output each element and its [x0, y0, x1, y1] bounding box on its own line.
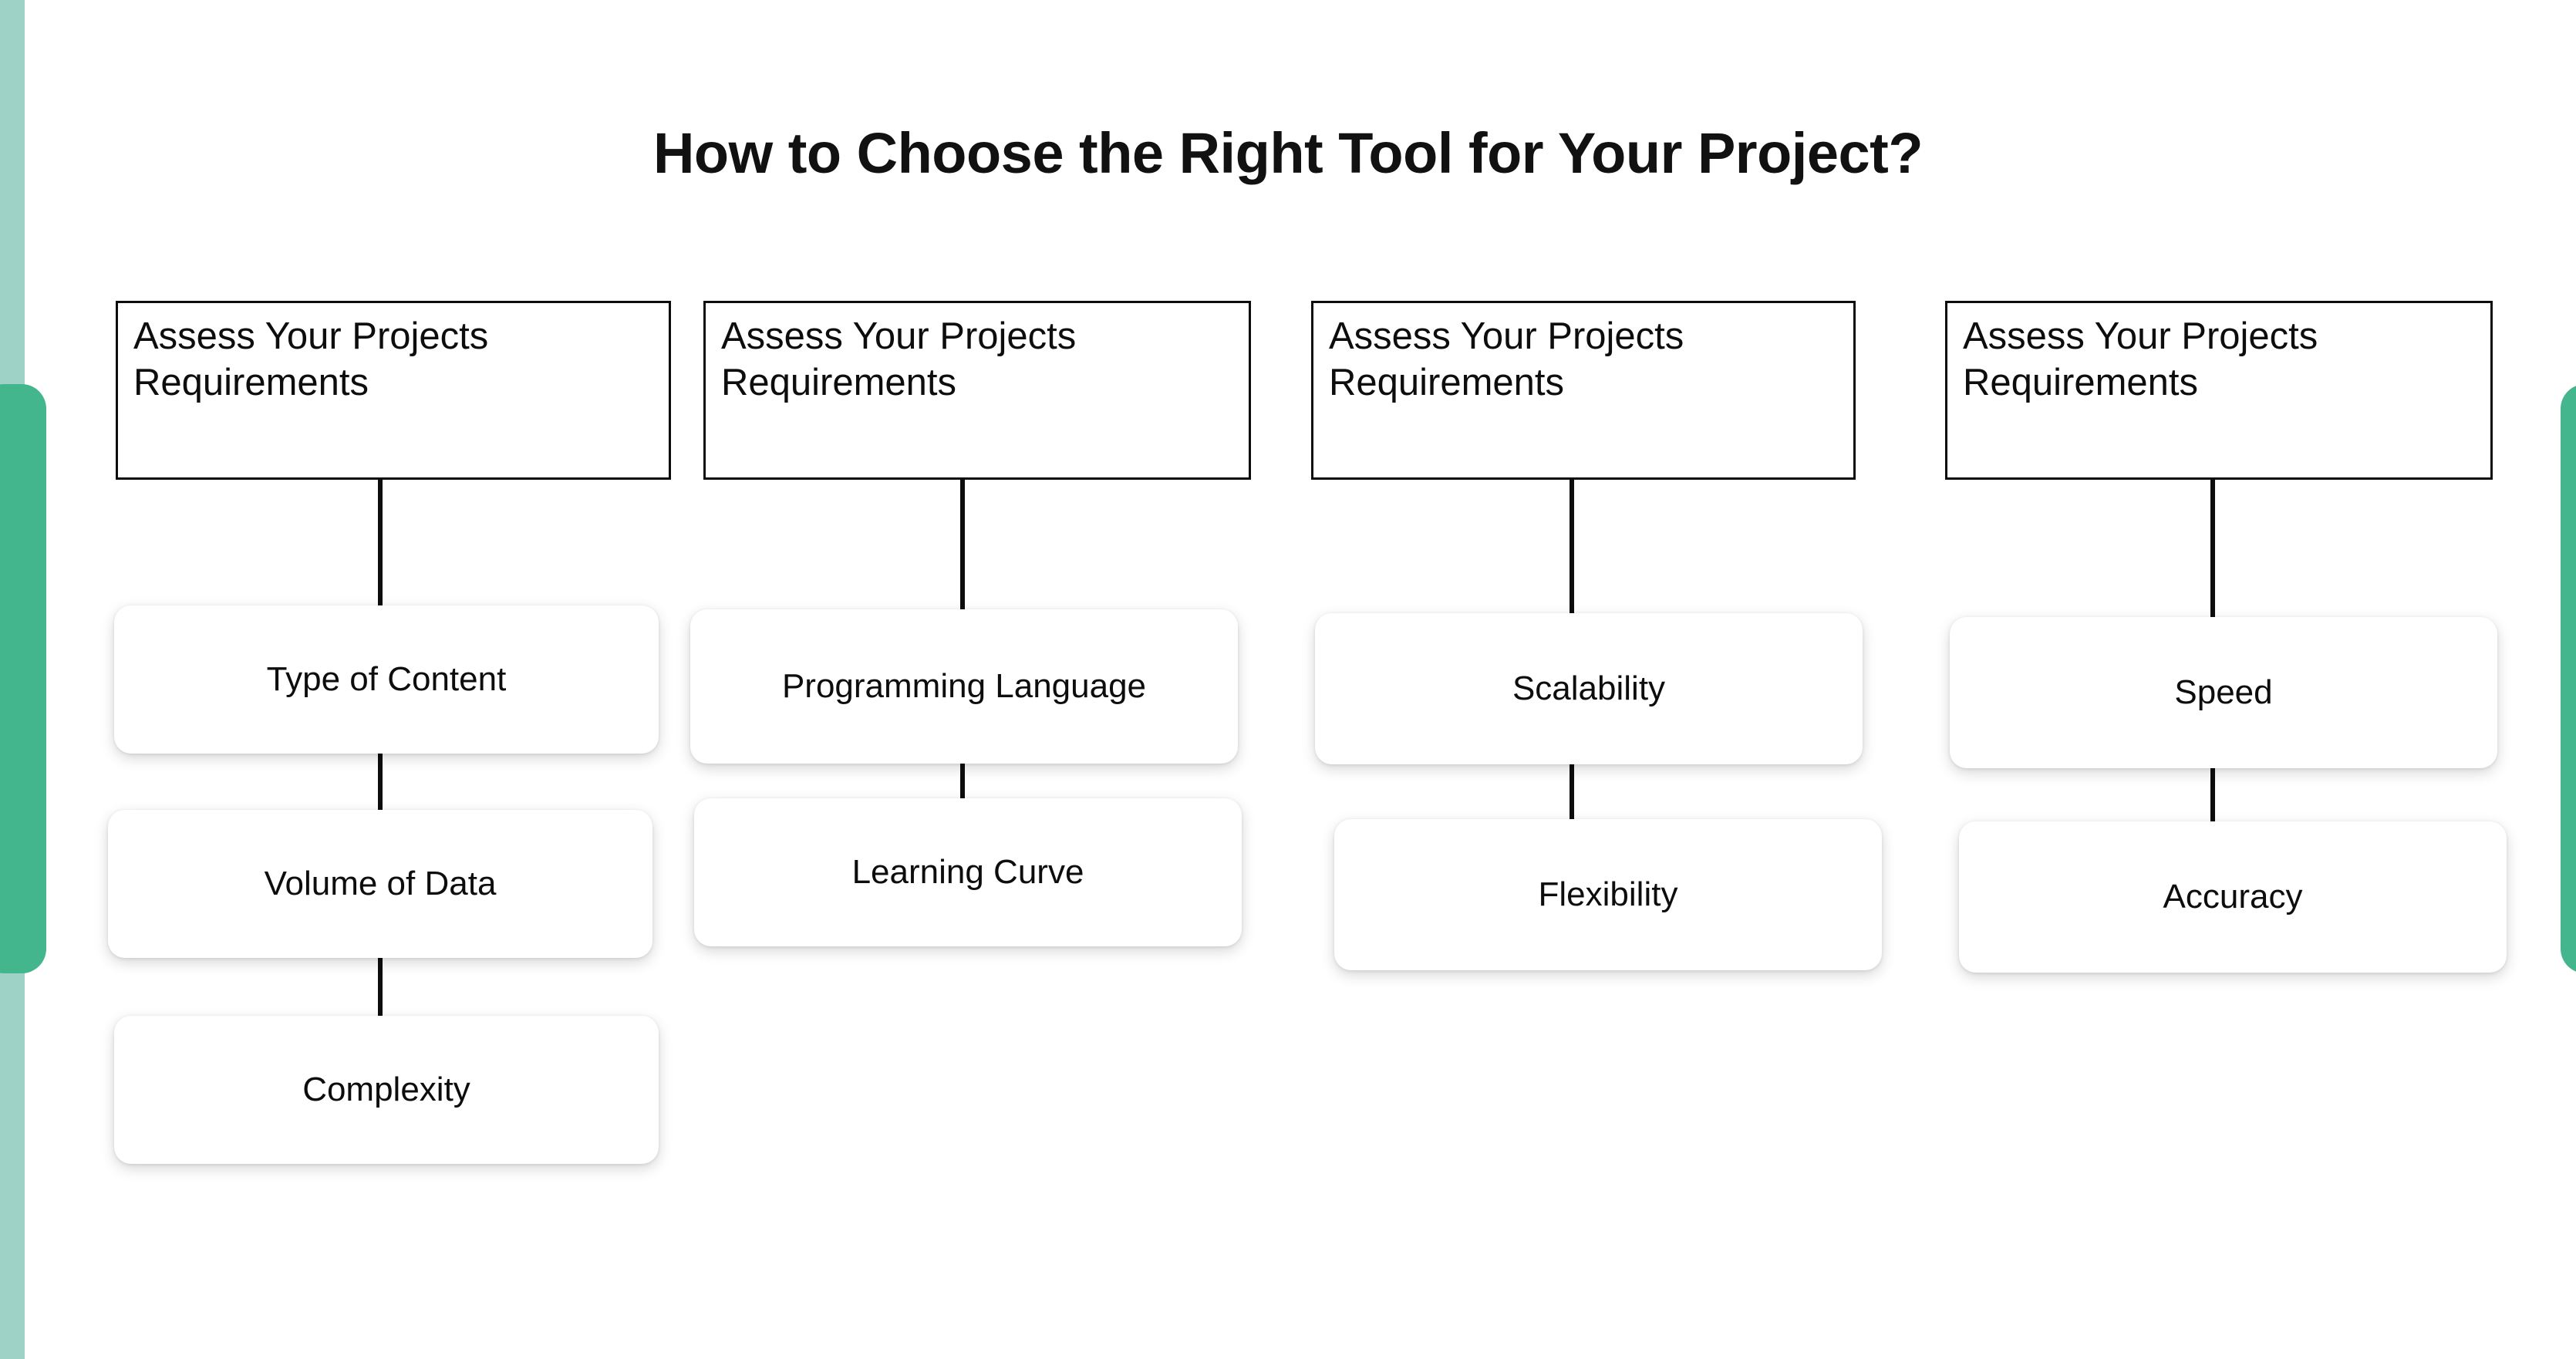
column-3-node-2-label: Flexibility — [1538, 875, 1678, 914]
column-4-header-box[interactable]: Assess Your Projects Requirements — [1945, 301, 2493, 480]
column-1-node-3-label: Complexity — [302, 1071, 470, 1109]
column-4-header-label: Assess Your Projects Requirements — [1963, 315, 2318, 403]
column-1-node-2-label: Volume of Data — [264, 865, 497, 903]
flowchart-diagram: Assess Your Projects Requirements Type o… — [0, 0, 2576, 1359]
column-2-header-box[interactable]: Assess Your Projects Requirements — [703, 301, 1251, 480]
column-2-node-2-card[interactable]: Learning Curve — [694, 798, 1242, 946]
column-1-node-1-label: Type of Content — [266, 660, 507, 699]
column-3-node-1-card[interactable]: Scalability — [1315, 613, 1863, 764]
column-4-node-1-label: Speed — [2174, 673, 2273, 712]
column-2-node-2-label: Learning Curve — [851, 853, 1084, 892]
column-3-node-1-label: Scalability — [1512, 669, 1666, 708]
column-1-header-box[interactable]: Assess Your Projects Requirements — [116, 301, 671, 480]
column-2-node-1-card[interactable]: Programming Language — [690, 609, 1238, 764]
column-1-node-3-card[interactable]: Complexity — [114, 1016, 659, 1164]
column-2-header-label: Assess Your Projects Requirements — [721, 315, 1077, 403]
column-1-header-label: Assess Your Projects Requirements — [133, 315, 489, 403]
column-3-header-box[interactable]: Assess Your Projects Requirements — [1311, 301, 1856, 480]
column-2-node-1-label: Programming Language — [781, 667, 1147, 706]
column-1-node-2-card[interactable]: Volume of Data — [108, 810, 652, 958]
column-4-node-1-card[interactable]: Speed — [1950, 617, 2497, 768]
column-4-node-2-card[interactable]: Accuracy — [1959, 821, 2507, 973]
column-3-header-label: Assess Your Projects Requirements — [1329, 315, 1684, 403]
column-1-node-1-card[interactable]: Type of Content — [114, 605, 659, 754]
column-3-node-2-card[interactable]: Flexibility — [1334, 819, 1882, 970]
column-4-node-2-label: Accuracy — [2163, 878, 2303, 916]
